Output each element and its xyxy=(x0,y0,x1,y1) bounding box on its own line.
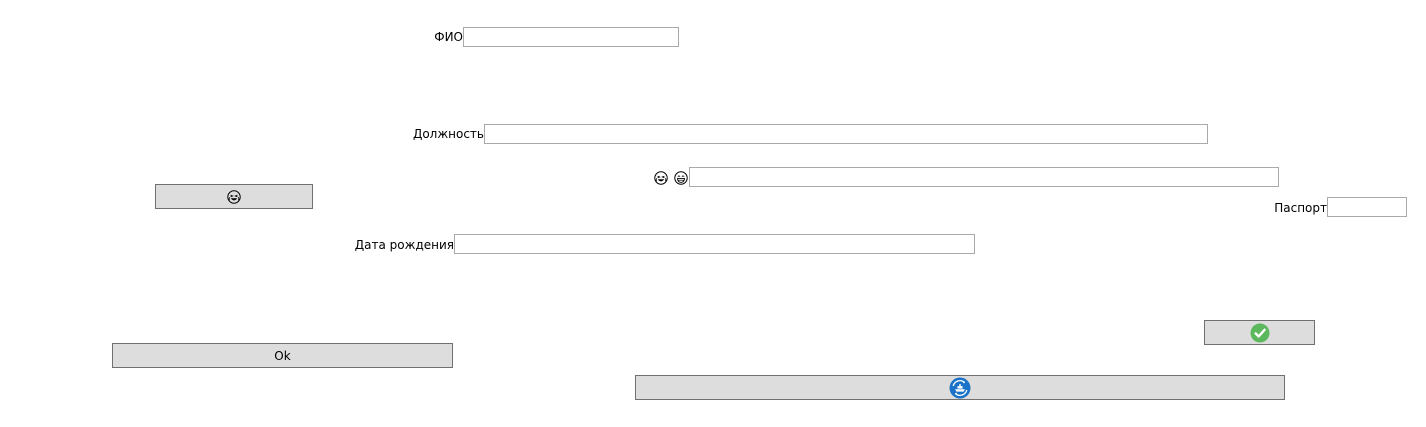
birth-date-input[interactable] xyxy=(454,234,975,254)
confirm-button[interactable] xyxy=(1204,320,1315,345)
grinning-face-icon xyxy=(673,170,688,185)
form-window: ФИО Должность Паспорт Дата рождения Ok xyxy=(0,0,1426,427)
passport-input[interactable] xyxy=(1327,197,1407,217)
passport-label: Паспорт xyxy=(1274,201,1327,215)
ship-refresh-icon xyxy=(949,377,971,399)
ok-button[interactable]: Ok xyxy=(112,343,453,368)
position-input[interactable] xyxy=(484,124,1208,144)
checkmark-circle-icon xyxy=(1250,323,1270,343)
position-label: Должность xyxy=(412,127,484,141)
emoji-input[interactable] xyxy=(689,167,1279,187)
crying-laughing-face-icon xyxy=(653,170,668,185)
crying-laughing-face-icon xyxy=(227,189,241,204)
ship-button[interactable] xyxy=(635,375,1285,400)
birth-date-label: Дата рождения xyxy=(354,238,454,252)
fio-label: ФИО xyxy=(434,30,463,44)
emoji-button[interactable] xyxy=(155,184,313,209)
fio-input[interactable] xyxy=(463,27,679,47)
